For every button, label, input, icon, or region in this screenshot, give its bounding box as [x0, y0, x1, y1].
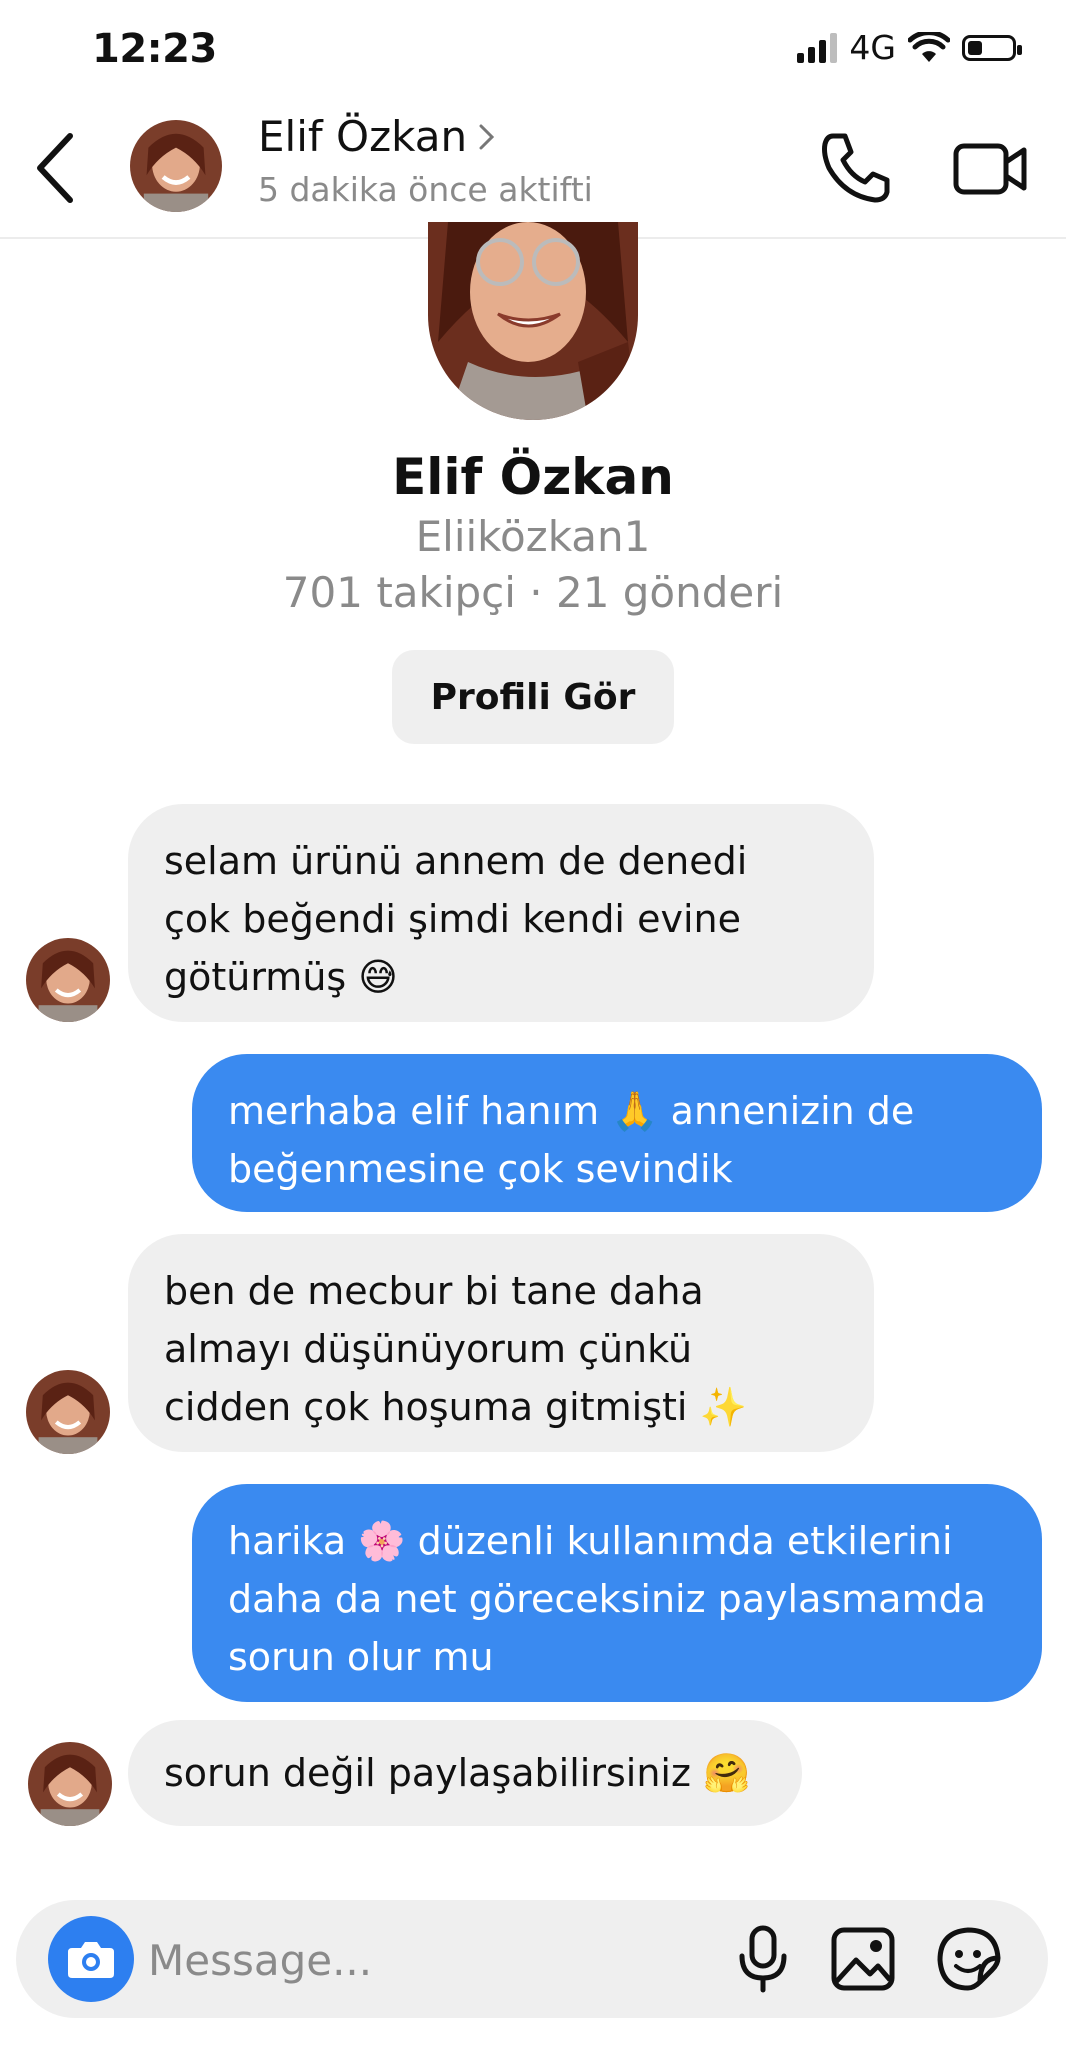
wifi-icon [908, 31, 950, 62]
incoming-message[interactable]: sorun değil paylaşabilirsiniz 🤗 [128, 1720, 802, 1826]
microphone-icon[interactable] [726, 1922, 800, 1996]
profile-stats: 701 takipçi · 21 gönderi [282, 568, 784, 617]
message-line: beğenmesine çok sevindik [228, 1147, 733, 1191]
message-line: götürmüş 😅 [164, 955, 398, 999]
message-line: harika 🌸 düzenli kullanımda etkilerini [228, 1519, 953, 1563]
incoming-message[interactable]: ben de mecbur bi tane daha almayı düşünü… [128, 1234, 874, 1452]
camera-button[interactable] [48, 1916, 134, 2002]
message-avatar[interactable] [28, 1742, 112, 1826]
phone-icon[interactable] [815, 128, 895, 208]
message-input[interactable] [146, 1920, 710, 2000]
status-indicators: 4G [797, 28, 1022, 67]
profile-username: Eliiközkan1 [415, 512, 651, 561]
network-label: 4G [849, 28, 896, 67]
header-avatar[interactable] [130, 120, 222, 212]
sticker-icon[interactable] [932, 1922, 1006, 1996]
active-status: 5 dakika önce aktifti [258, 170, 593, 209]
message-line: ben de mecbur bi tane daha [164, 1269, 704, 1313]
message-line: sorun olur mu [228, 1635, 494, 1679]
message-composer [16, 1900, 1048, 2018]
contact-name-label: Elif Özkan [258, 112, 468, 161]
message-avatar[interactable] [26, 1370, 110, 1454]
message-avatar[interactable] [26, 938, 110, 1022]
message-line: daha da net göreceksiniz paylasmamda [228, 1577, 986, 1621]
contact-name[interactable]: Elif Özkan [258, 112, 497, 161]
camera-icon [68, 1942, 114, 1978]
outgoing-message[interactable]: harika 🌸 düzenli kullanımda etkilerini d… [192, 1484, 1042, 1702]
video-call-icon[interactable] [950, 128, 1030, 208]
message-line: almayı düşünüyorum çünkü [164, 1327, 693, 1371]
incoming-message[interactable]: selam ürünü annem de denedi çok beğendi … [128, 804, 874, 1022]
battery-icon [962, 34, 1022, 61]
gallery-icon[interactable] [826, 1922, 900, 1996]
status-time: 12:23 [92, 26, 217, 72]
chevron-right-icon [479, 124, 495, 149]
chat-header: Elif Özkan 5 dakika önce aktifti [0, 100, 1066, 239]
back-icon[interactable] [28, 128, 82, 208]
view-profile-button[interactable]: Profili Gör [392, 650, 674, 744]
message-line: çok beğendi şimdi kendi evine [164, 897, 741, 941]
message-line: merhaba elif hanım 🙏 annenizin de [228, 1089, 915, 1133]
message-line: selam ürünü annem de denedi [164, 839, 748, 883]
message-line: cidden çok hoşuma gitmişti ✨ [164, 1385, 747, 1429]
profile-avatar[interactable] [428, 222, 638, 420]
signal-icon [797, 32, 838, 63]
profile-name: Elif Özkan [392, 448, 674, 506]
message-line: sorun değil paylaşabilirsiniz 🤗 [164, 1751, 751, 1795]
outgoing-message[interactable]: merhaba elif hanım 🙏 annenizin de beğenm… [192, 1054, 1042, 1212]
